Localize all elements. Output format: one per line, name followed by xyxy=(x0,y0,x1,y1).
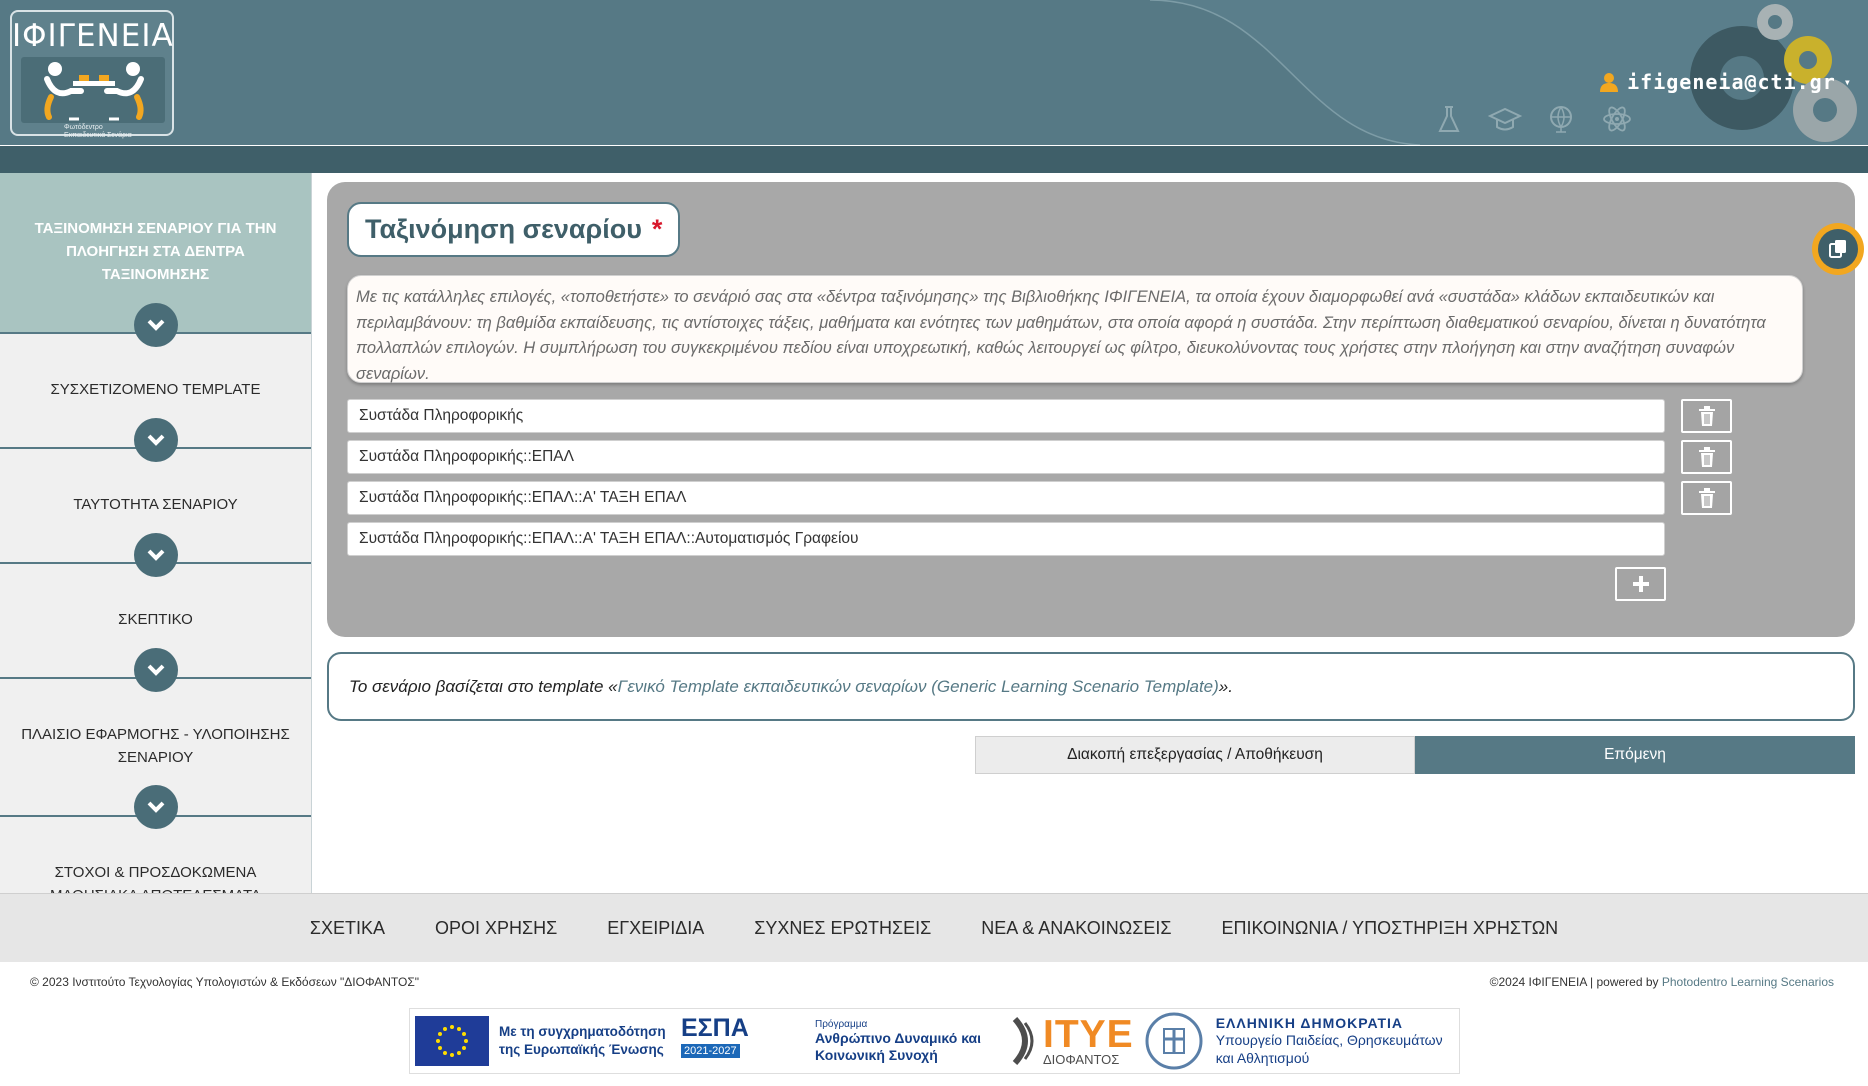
taxonomy-field[interactable]: Συστάδα Πληροφορικής::ΕΠΑΛ xyxy=(347,440,1665,474)
footer-link-about[interactable]: ΣΧΕΤΙΚΑ xyxy=(310,918,385,939)
sidebar-step-rationale[interactable]: ΣΚΕΠΤΙΚΟ xyxy=(0,564,311,692)
program-line1: Ανθρώπινο Δυναμικό και xyxy=(815,1029,982,1046)
copyright-left: © 2023 Ινστιτούτο Τεχνολογίας Υπολογιστώ… xyxy=(30,975,419,989)
taxonomy-field[interactable]: Συστάδα Πληροφορικής::ΕΠΑΛ::Α' ΤΑΞΗ ΕΠΑΛ xyxy=(347,481,1665,515)
delete-button[interactable] xyxy=(1681,481,1732,515)
ministry-title: ΕΛΛΗΝΙΚΗ ΔΗΜΟΚΡΑΤΙΑ xyxy=(1215,1015,1404,1031)
footer-link-faq[interactable]: ΣΥΧΝΕΣ ΕΡΩΤΗΣΕΙΣ xyxy=(754,918,931,939)
sidebar-step-label: ΠΛΑΙΣΙΟ ΕΦΑΡΜΟΓΗΣ - ΥΛΟΠΟΙΗΣΗΣ ΣΕΝΑΡΙΟΥ xyxy=(21,726,290,766)
trash-icon xyxy=(1698,488,1715,508)
logo[interactable]: ΙΦΙΓΕΝΕΙΑ Φωτόδεντρο Εκπαιδευτικά Σενάρι… xyxy=(10,10,174,139)
page-title: Ταξινόμηση σεναρίου * xyxy=(347,202,681,257)
template-link[interactable]: Γενικό Template εκπαιδευτικών σεναρίων (… xyxy=(618,677,1219,697)
logo-sub-line1: Φωτόδεντρο xyxy=(64,124,103,131)
atom-icon[interactable] xyxy=(1600,104,1634,134)
user-menu[interactable]: ifigeneia@cti.gr ▾ xyxy=(1599,70,1852,94)
graduation-cap-icon[interactable] xyxy=(1487,104,1523,134)
user-email: ifigeneia@cti.gr xyxy=(1627,70,1836,94)
logo-title: ΙΦΙΓΕΝΕΙΑ xyxy=(12,18,174,54)
program-block: Πρόγραμμα Ανθρώπινο Δυναμικό και Κοινωνι… xyxy=(815,1019,995,1064)
espa-logo: ΕΣΠΑ 2021-2027 xyxy=(681,1015,765,1067)
globe-icon[interactable] xyxy=(1544,104,1578,134)
taxonomy-field[interactable]: Συστάδα Πληροφορικής::ΕΠΑΛ::Α' ΤΑΞΗ ΕΠΑΛ… xyxy=(347,522,1665,556)
plus-icon xyxy=(1632,576,1649,592)
eu-funding-text: Με τη συγχρηματοδότηση της Ευρωπαϊκής Έν… xyxy=(499,1023,671,1059)
sidebar: ΤΑΞΙΝΟΜΗΣΗ ΣΕΝΑΡΙΟΥ ΓΙΑ ΤΗΝ ΠΛΟΗΓΗΣΗ ΣΤΑ… xyxy=(0,173,312,893)
sidebar-step-label: ΣΚΕΠΤΙΚΟ xyxy=(118,611,193,628)
header-band xyxy=(0,146,1868,173)
trash-icon xyxy=(1698,406,1715,426)
next-button[interactable]: Επόμενη xyxy=(1415,736,1855,774)
sidebar-step-label: ΤΑΞΙΝΟΜΗΣΗ ΣΕΝΑΡΙΟΥ ΓΙΑ ΤΗΝ ΠΛΟΗΓΗΣΗ ΣΤΑ… xyxy=(34,220,277,283)
greek-emblem-icon xyxy=(1144,1011,1204,1071)
logo-sub-line2: Εκπαιδευτικά Σενάρια xyxy=(64,132,132,139)
template-note-suffix: ». xyxy=(1218,676,1233,696)
ministry-line1: Υπουργείο Παιδείας, Θρησκευμάτων xyxy=(1215,1032,1443,1048)
itye-emblem-icon xyxy=(1012,1016,1034,1066)
espa-text: ΕΣΠΑ xyxy=(681,1014,749,1042)
ministry-line2: και Αθλητισμού xyxy=(1215,1050,1310,1066)
footer-link-contact[interactable]: ΕΠΙΚΟΙΝΩΝΙΑ / ΥΠΟΣΤΗΡΙΞΗ ΧΡΗΣΤΩΝ xyxy=(1221,918,1558,939)
add-taxonomy-button[interactable] xyxy=(1615,567,1666,601)
footer-link-manuals[interactable]: ΕΓΧΕΙΡΙΔΙΑ xyxy=(607,918,704,939)
copy-button[interactable] xyxy=(1812,223,1864,275)
itye-logo: ΙΤΥΕ ΔΙΟΦΑΝΤΟΣ xyxy=(1011,1015,1134,1067)
espa-years: 2021-2027 xyxy=(681,1044,740,1058)
taxonomy-field[interactable]: Συστάδα Πληροφορικής xyxy=(347,399,1665,433)
delete-button[interactable] xyxy=(1681,440,1732,474)
eu-flag-icon xyxy=(415,1016,489,1066)
copyright-right: ©2024 ΙΦΙΓΕΝΕΙΑ | powered by Photodentro… xyxy=(1490,975,1834,989)
program-line2: Κοινωνική Συνοχή xyxy=(815,1046,938,1063)
sidebar-step-label: ΣΤΟΧΟΙ & ΠΡΟΣΔΟΚΩΜΕΝΑ ΜΑΘΗΣΙΑΚΑ ΑΠΟΤΕΛΕΣ… xyxy=(50,864,261,893)
template-note: Το σενάριο βασίζεται στο template «Γενικ… xyxy=(327,652,1855,721)
template-note-prefix: Το σενάριο βασίζεται στο template « xyxy=(349,676,618,696)
sidebar-step-context[interactable]: ΠΛΑΙΣΙΟ ΕΦΑΡΜΟΓΗΣ - ΥΛΟΠΟΙΗΣΗΣ ΣΕΝΑΡΙΟΥ xyxy=(0,679,311,829)
sidebar-step-label: ΤΑΥΤΟΤΗΤΑ ΣΕΝΑΡΙΟΥ xyxy=(73,496,238,513)
photodentro-link[interactable]: Photodentro Learning Scenarios xyxy=(1662,975,1834,989)
description-textarea[interactable]: Με τις κατάλληλες επιλογές, «τοποθετήστε… xyxy=(347,275,1803,383)
footer-link-news[interactable]: ΝΕΑ & ΑΝΑΚΟΙΝΩΣΕΙΣ xyxy=(981,918,1171,939)
itye-text: ΙΤΥΕ xyxy=(1043,1012,1134,1056)
taxonomy-panel: Ταξινόμηση σεναρίου * Με τις κατάλληλες … xyxy=(327,182,1855,637)
trash-icon xyxy=(1698,447,1715,467)
page-title-text: Ταξινόμηση σεναρίου xyxy=(365,214,642,244)
footer-nav: ΣΧΕΤΙΚΑ ΟΡΟΙ ΧΡΗΣΗΣ ΕΓΧΕΙΡΙΔΙΑ ΣΥΧΝΕΣ ΕΡ… xyxy=(0,893,1868,962)
header: ΙΦΙΓΕΝΕΙΑ Φωτόδεντρο Εκπαιδευτικά Σενάρι… xyxy=(0,0,1868,145)
delete-button[interactable] xyxy=(1681,399,1732,433)
stop-save-button[interactable]: Διακοπή επεξεργασίας / Αποθήκευση xyxy=(975,736,1415,774)
required-mark: * xyxy=(651,214,663,244)
sidebar-step-label: ΣΥΣΧΕΤΙΖΟΜΕΝΟ TEMPLATE xyxy=(50,381,261,398)
eu-line1: Με τη συγχρηματοδότηση xyxy=(499,1024,666,1039)
copyright-right-text: ©2024 ΙΦΙΓΕΝΕΙΑ | powered by xyxy=(1489,975,1662,989)
sidebar-step-identity[interactable]: ΤΑΥΤΟΤΗΤΑ ΣΕΝΑΡΙΟΥ xyxy=(0,449,311,577)
flask-icon[interactable] xyxy=(1432,104,1466,134)
user-icon xyxy=(1599,71,1619,93)
ministry-block: ΕΛΛΗΝΙΚΗ ΔΗΜΟΚΡΑΤΙΑ Υπουργείο Παιδείας, … xyxy=(1216,1015,1443,1067)
sidebar-step-taxonomy[interactable]: ΤΑΞΙΝΟΜΗΣΗ ΣΕΝΑΡΙΟΥ ΓΙΑ ΤΗΝ ΠΛΟΗΓΗΣΗ ΣΤΑ… xyxy=(0,173,311,347)
eu-line2: της Ευρωπαϊκής Ένωσης xyxy=(499,1042,664,1057)
chevron-down-icon: ▾ xyxy=(1843,75,1852,89)
logo-illustration xyxy=(21,57,165,123)
sidebar-step-goals[interactable]: ΣΤΟΧΟΙ & ΠΡΟΣΔΟΚΩΜΕΝΑ ΜΑΘΗΣΙΑΚΑ ΑΠΟΤΕΛΕΣ… xyxy=(0,817,311,893)
subject-icons xyxy=(1432,104,1634,134)
copy-icon xyxy=(1829,240,1846,258)
logo-subtitle: Φωτόδεντρο Εκπαιδευτικά Σενάρια xyxy=(64,124,132,140)
footer-link-terms[interactable]: ΟΡΟΙ ΧΡΗΣΗΣ xyxy=(435,918,557,939)
sidebar-step-template[interactable]: ΣΥΣΧΕΤΙΖΟΜΕΝΟ TEMPLATE xyxy=(0,334,311,462)
program-label: Πρόγραμμα xyxy=(815,1018,868,1030)
funding-banner: Με τη συγχρηματοδότηση της Ευρωπαϊκής Έν… xyxy=(409,1008,1460,1074)
